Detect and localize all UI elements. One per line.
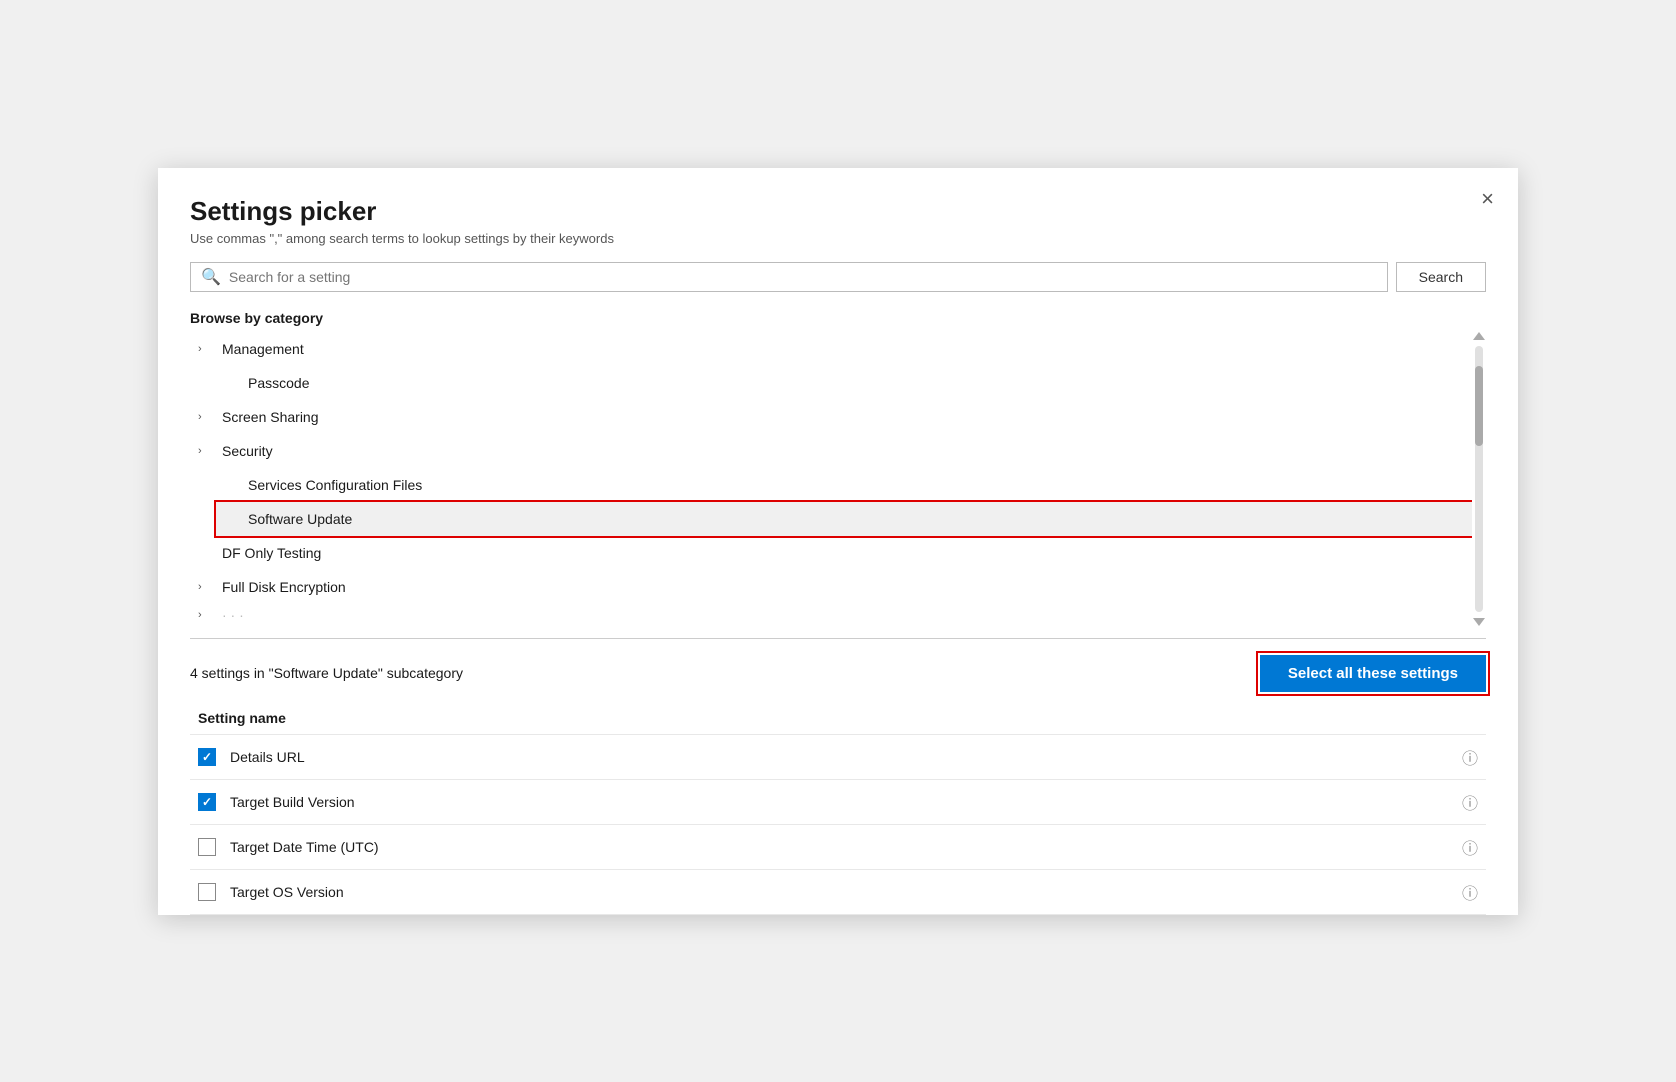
- close-button[interactable]: ×: [1481, 188, 1494, 210]
- category-item-software-update[interactable]: Software Update: [216, 502, 1472, 536]
- category-label: · · ·: [222, 607, 244, 623]
- setting-name-target-os-version: Target OS Version: [230, 884, 1462, 900]
- category-label: Management: [222, 341, 304, 357]
- category-label: Services Configuration Files: [248, 477, 422, 493]
- setting-row-target-build-version: ✓ Target Build Version ⓘ: [190, 779, 1486, 824]
- search-input[interactable]: [229, 269, 1377, 285]
- bottom-row: 4 settings in "Software Update" subcateg…: [190, 655, 1486, 692]
- category-label: Software Update: [248, 511, 352, 527]
- select-all-button[interactable]: Select all these settings: [1260, 655, 1486, 692]
- search-button[interactable]: Search: [1396, 262, 1486, 292]
- checkbox-target-os-version[interactable]: [198, 883, 216, 901]
- chevron-right-icon: ›: [198, 609, 212, 621]
- scroll-up-icon[interactable]: [1473, 332, 1485, 340]
- setting-row-target-date-time: Target Date Time (UTC) ⓘ: [190, 824, 1486, 869]
- info-icon-target-build-version[interactable]: ⓘ: [1462, 790, 1478, 814]
- search-input-wrap: 🔍: [190, 262, 1388, 292]
- category-label: Full Disk Encryption: [222, 579, 346, 595]
- category-item-services-config[interactable]: Services Configuration Files: [216, 468, 1472, 502]
- category-label: DF Only Testing: [222, 545, 321, 561]
- settings-picker-dialog: × Settings picker Use commas "," among s…: [158, 168, 1518, 915]
- scroll-thumb[interactable]: [1475, 366, 1483, 446]
- category-item-screen-sharing[interactable]: › Screen Sharing: [190, 400, 1472, 434]
- category-label: Screen Sharing: [222, 409, 319, 425]
- info-icon-details-url[interactable]: ⓘ: [1462, 745, 1478, 769]
- checkbox-target-date-time[interactable]: [198, 838, 216, 856]
- chevron-right-icon: ›: [198, 411, 212, 423]
- category-list: › Management Passcode › Screen Sharing ›…: [190, 332, 1472, 626]
- category-item-security[interactable]: › Security: [190, 434, 1472, 468]
- category-label: Security: [222, 443, 273, 459]
- settings-table-header: Setting name: [190, 706, 1486, 734]
- scrollbar: [1472, 332, 1486, 626]
- settings-count: 4 settings in "Software Update" subcateg…: [190, 665, 463, 681]
- chevron-right-icon: ›: [198, 445, 212, 457]
- category-item-management[interactable]: › Management: [190, 332, 1472, 366]
- checkbox-target-build-version[interactable]: ✓: [198, 793, 216, 811]
- info-icon-target-os-version[interactable]: ⓘ: [1462, 880, 1478, 904]
- category-list-wrap: › Management Passcode › Screen Sharing ›…: [190, 332, 1486, 626]
- setting-name-details-url: Details URL: [230, 749, 1462, 765]
- dialog-subtitle: Use commas "," among search terms to loo…: [190, 231, 1486, 246]
- search-row: 🔍 Search: [190, 262, 1486, 292]
- browse-label: Browse by category: [190, 310, 1486, 326]
- chevron-right-icon: ›: [198, 581, 212, 593]
- bottom-section: 4 settings in "Software Update" subcateg…: [190, 639, 1486, 915]
- chevron-right-icon: ›: [198, 343, 212, 355]
- category-item-full-disk-encryption[interactable]: › Full Disk Encryption: [190, 570, 1472, 604]
- category-item-passcode[interactable]: Passcode: [216, 366, 1472, 400]
- setting-row-details-url: ✓ Details URL ⓘ: [190, 734, 1486, 779]
- category-item-df-only-testing[interactable]: DF Only Testing: [190, 536, 1472, 570]
- category-label: Passcode: [248, 375, 309, 391]
- setting-name-target-build-version: Target Build Version: [230, 794, 1462, 810]
- scroll-track: [1475, 346, 1483, 612]
- search-icon: 🔍: [201, 267, 221, 287]
- checkmark-icon: ✓: [202, 795, 212, 809]
- info-icon-target-date-time[interactable]: ⓘ: [1462, 835, 1478, 859]
- dialog-title: Settings picker: [190, 196, 1486, 227]
- scroll-down-icon[interactable]: [1473, 618, 1485, 626]
- category-item-more[interactable]: › · · ·: [190, 604, 1472, 626]
- checkbox-details-url[interactable]: ✓: [198, 748, 216, 766]
- setting-name-target-date-time: Target Date Time (UTC): [230, 839, 1462, 855]
- setting-row-target-os-version: Target OS Version ⓘ: [190, 869, 1486, 915]
- checkmark-icon: ✓: [202, 750, 212, 764]
